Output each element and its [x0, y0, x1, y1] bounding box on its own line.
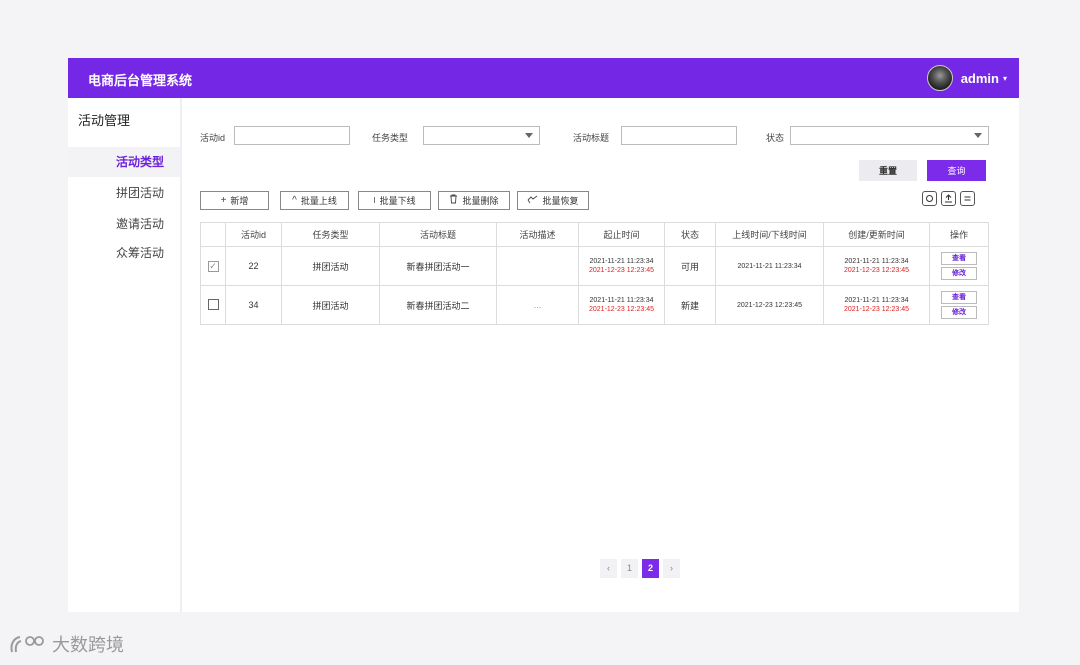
- pagination: ‹ 1 2 ›: [600, 559, 680, 578]
- batch-offline-label: 批量下线: [379, 196, 416, 206]
- cell-title: 新春拼团活动一: [379, 246, 497, 286]
- column-header[interactable]: 起止时间: [578, 222, 665, 247]
- task-type-select[interactable]: [423, 126, 540, 145]
- column-header[interactable]: 上线时间/下线时间: [715, 222, 824, 247]
- batch-restore-label: 批量恢复: [542, 196, 579, 206]
- watermark-text: 大数跨境: [52, 635, 124, 655]
- created-time: 2021-11-21 11:23:34: [844, 258, 909, 265]
- trash-icon: [449, 194, 458, 207]
- watermark: 大数跨境: [8, 631, 124, 657]
- sidebar-item-invite[interactable]: 邀请活动: [68, 209, 180, 239]
- chevron-up-icon: ^: [292, 195, 297, 206]
- table-row: ✓ 22 拼团活动 新春拼团活动一 2021-11-21 11:23:34 20…: [200, 246, 989, 286]
- updated-time: 2021-12-23 12:23:45: [844, 267, 909, 274]
- activity-title-input[interactable]: [621, 126, 737, 145]
- cell-online-time: 2021-12-23 12:23:45: [715, 285, 824, 325]
- refresh-icon[interactable]: [922, 191, 937, 206]
- page-button-1[interactable]: 1: [621, 559, 638, 578]
- page-button-2[interactable]: 2: [642, 559, 659, 578]
- sidebar-item-group-buy[interactable]: 拼团活动: [68, 178, 180, 208]
- start-time: 2021-11-21 11:23:34: [589, 258, 654, 265]
- cell-online-time: 2021-11-21 11:23:34: [715, 246, 824, 286]
- cell-description: [496, 246, 579, 286]
- upload-icon[interactable]: [941, 191, 956, 206]
- add-label: 新增: [230, 196, 249, 206]
- chevron-down-icon: [974, 133, 982, 138]
- sidebar-title: 活动管理: [78, 113, 131, 128]
- cell-created-updated: 2021-11-21 11:23:34 2021-12-23 12:23:45: [823, 285, 930, 325]
- cell-actions: 查看 修改: [929, 285, 989, 325]
- activity-title-label: 活动标题: [573, 133, 610, 143]
- plus-icon: +: [220, 195, 227, 206]
- view-button[interactable]: 查看: [941, 291, 977, 304]
- cell-id: 34: [225, 285, 282, 325]
- created-time: 2021-11-21 11:23:34: [844, 297, 909, 304]
- batch-restore-button[interactable]: 批量恢复: [517, 191, 589, 210]
- cell-period: 2021-11-21 11:23:34 2021-12-23 12:23:45: [578, 285, 665, 325]
- edit-button[interactable]: 修改: [941, 267, 977, 280]
- next-page-button[interactable]: ›: [663, 559, 680, 578]
- sidebar-item-activity-type[interactable]: 活动类型: [68, 147, 180, 177]
- end-time: 2021-12-23 12:23:45: [589, 267, 654, 274]
- app-frame: 电商后台管理系统 admin ▾ 活动管理 活动类型 拼团活动 邀请活动 众筹活…: [68, 58, 1019, 612]
- end-time: 2021-12-23 12:23:45: [589, 306, 654, 313]
- top-navbar: 电商后台管理系统 admin ▾: [68, 58, 1019, 98]
- sidebar: 活动管理 活动类型 拼团活动 邀请活动 众筹活动: [68, 98, 182, 612]
- batch-online-label: 批量上线: [300, 196, 337, 206]
- main-content: 活动id 任务类型 活动标题 状态 重置 查询 + 新增 ^ 批量上线 I 批量…: [184, 98, 1019, 612]
- sidebar-item-crowdfunding[interactable]: 众筹活动: [68, 238, 180, 268]
- batch-online-button[interactable]: ^ 批量上线: [280, 191, 349, 210]
- activity-id-label: 活动id: [200, 133, 226, 143]
- batch-offline-button[interactable]: I 批量下线: [358, 191, 431, 210]
- select-column-header: [200, 222, 226, 247]
- cell-actions: 查看 修改: [929, 246, 989, 286]
- activity-table: 活动id 任务类型 活动标题 活动描述 起止时间 状态 上线时间/下线时间 创建…: [200, 222, 989, 325]
- table-header-row: 活动id 任务类型 活动标题 活动描述 起止时间 状态 上线时间/下线时间 创建…: [200, 222, 989, 247]
- status-select[interactable]: [790, 126, 989, 145]
- cell-id: 22: [225, 246, 282, 286]
- column-header[interactable]: 操作: [929, 222, 989, 247]
- restore-icon: [527, 195, 538, 207]
- chevron-down-icon: [525, 133, 533, 138]
- cell-period: 2021-11-21 11:23:34 2021-12-23 12:23:45: [578, 246, 665, 286]
- column-header[interactable]: 创建/更新时间: [823, 222, 930, 247]
- table-row: 34 拼团活动 新春拼团活动二 ... 2021-11-21 11:23:34 …: [200, 285, 989, 325]
- batch-delete-label: 批量删除: [462, 196, 499, 206]
- chevron-down-icon[interactable]: ▾: [1003, 74, 1007, 83]
- view-button[interactable]: 查看: [941, 252, 977, 265]
- cell-status: 新建: [664, 285, 716, 325]
- status-label: 状态: [766, 133, 785, 143]
- updated-time: 2021-12-23 12:23:45: [844, 306, 909, 313]
- reset-button[interactable]: 重置: [859, 160, 917, 181]
- menu-icon[interactable]: [960, 191, 975, 206]
- row-checkbox[interactable]: [207, 298, 219, 310]
- avatar[interactable]: [926, 65, 953, 91]
- column-header[interactable]: 任务类型: [281, 222, 380, 247]
- watermark-logo-icon: [10, 636, 44, 653]
- user-menu[interactable]: admin ▾: [926, 65, 1007, 91]
- cell-status: 可用: [664, 246, 716, 286]
- activity-id-input[interactable]: [234, 126, 350, 145]
- query-button[interactable]: 查询: [927, 160, 986, 181]
- add-button[interactable]: + 新增: [200, 191, 269, 210]
- username[interactable]: admin: [961, 71, 999, 86]
- task-type-label: 任务类型: [372, 133, 409, 143]
- row-checkbox[interactable]: ✓: [207, 260, 219, 272]
- cell-title: 新春拼团活动二: [379, 285, 497, 325]
- column-header[interactable]: 活动标题: [379, 222, 497, 247]
- column-header[interactable]: 状态: [664, 222, 716, 247]
- cell-task-type: 拼团活动: [281, 246, 380, 286]
- column-header[interactable]: 活动描述: [496, 222, 579, 247]
- app-title: 电商后台管理系统: [88, 73, 193, 88]
- cell-created-updated: 2021-11-21 11:23:34 2021-12-23 12:23:45: [823, 246, 930, 286]
- cell-task-type: 拼团活动: [281, 285, 380, 325]
- edit-button[interactable]: 修改: [941, 306, 977, 319]
- start-time: 2021-11-21 11:23:34: [589, 297, 654, 304]
- cell-description: ...: [496, 285, 579, 325]
- prev-page-button[interactable]: ‹: [600, 559, 617, 578]
- bar-icon: I: [373, 196, 376, 205]
- batch-delete-button[interactable]: 批量删除: [438, 191, 510, 210]
- column-header[interactable]: 活动id: [225, 222, 282, 247]
